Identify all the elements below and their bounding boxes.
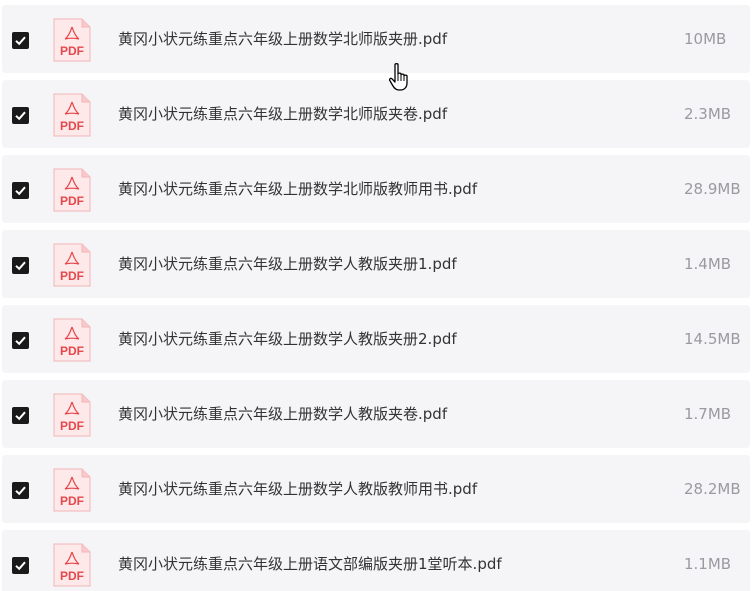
file-checkbox[interactable] <box>12 332 29 349</box>
file-checkbox[interactable] <box>12 182 29 199</box>
pdf-badge-text: PDF <box>60 119 84 133</box>
pdf-file-icon: PDF <box>52 92 92 138</box>
file-row[interactable]: PDF 黄冈小状元练重点六年级上册数学北师版夹卷.pdf 2.3MB <box>2 80 750 148</box>
file-size: 14.5MB <box>684 330 741 348</box>
pdf-badge-text: PDF <box>60 344 84 358</box>
pdf-badge-text: PDF <box>60 194 84 208</box>
pdf-file-icon: PDF <box>52 167 92 213</box>
pdf-file-icon: PDF <box>52 542 92 588</box>
file-row[interactable]: PDF 黄冈小状元练重点六年级上册数学人教版夹册2.pdf 14.5MB <box>2 305 750 373</box>
file-size: 28.2MB <box>684 480 741 498</box>
file-size: 10MB <box>684 30 727 48</box>
file-name[interactable]: 黄冈小状元练重点六年级上册数学人教版夹册2.pdf <box>118 328 457 350</box>
pdf-file-icon: PDF <box>52 17 92 63</box>
file-list: PDF 黄冈小状元练重点六年级上册数学北师版夹册.pdf 10MB PDF 黄冈… <box>0 0 752 591</box>
file-size: 28.9MB <box>684 180 741 198</box>
file-name[interactable]: 黄冈小状元练重点六年级上册数学人教版教师用书.pdf <box>118 478 477 500</box>
pdf-file-icon: PDF <box>52 392 92 438</box>
file-checkbox[interactable] <box>12 32 29 49</box>
file-row[interactable]: PDF 黄冈小状元练重点六年级上册数学人教版夹册1.pdf 1.4MB <box>2 230 750 298</box>
file-size: 1.7MB <box>684 405 732 423</box>
file-checkbox[interactable] <box>12 107 29 124</box>
file-row[interactable]: PDF 黄冈小状元练重点六年级上册数学人教版夹卷.pdf 1.7MB <box>2 380 750 448</box>
file-checkbox[interactable] <box>12 482 29 499</box>
file-name[interactable]: 黄冈小状元练重点六年级上册数学北师版夹册.pdf <box>118 28 447 50</box>
file-checkbox[interactable] <box>12 557 29 574</box>
file-name[interactable]: 黄冈小状元练重点六年级上册数学人教版夹册1.pdf <box>118 253 457 275</box>
file-name[interactable]: 黄冈小状元练重点六年级上册语文部编版夹册1堂听本.pdf <box>118 553 502 575</box>
pdf-file-icon: PDF <box>52 317 92 363</box>
file-checkbox[interactable] <box>12 407 29 424</box>
file-row[interactable]: PDF 黄冈小状元练重点六年级上册数学北师版教师用书.pdf 28.9MB <box>2 155 750 223</box>
file-name[interactable]: 黄冈小状元练重点六年级上册数学人教版夹卷.pdf <box>118 403 447 425</box>
file-name[interactable]: 黄冈小状元练重点六年级上册数学北师版教师用书.pdf <box>118 178 477 200</box>
pdf-badge-text: PDF <box>60 269 84 283</box>
pdf-badge-text: PDF <box>60 44 84 58</box>
file-size: 2.3MB <box>684 105 732 123</box>
file-checkbox[interactable] <box>12 257 29 274</box>
file-row[interactable]: PDF 黄冈小状元练重点六年级上册数学人教版教师用书.pdf 28.2MB <box>2 455 750 523</box>
pdf-badge-text: PDF <box>60 419 84 433</box>
file-row[interactable]: PDF 黄冈小状元练重点六年级上册语文部编版夹册1堂听本.pdf 1.1MB <box>2 530 750 591</box>
pdf-badge-text: PDF <box>60 569 84 583</box>
file-row[interactable]: PDF 黄冈小状元练重点六年级上册数学北师版夹册.pdf 10MB <box>2 5 750 73</box>
pdf-file-icon: PDF <box>52 242 92 288</box>
pdf-file-icon: PDF <box>52 467 92 513</box>
file-size: 1.4MB <box>684 255 732 273</box>
file-size: 1.1MB <box>684 555 732 573</box>
file-name[interactable]: 黄冈小状元练重点六年级上册数学北师版夹卷.pdf <box>118 103 447 125</box>
pdf-badge-text: PDF <box>60 494 84 508</box>
